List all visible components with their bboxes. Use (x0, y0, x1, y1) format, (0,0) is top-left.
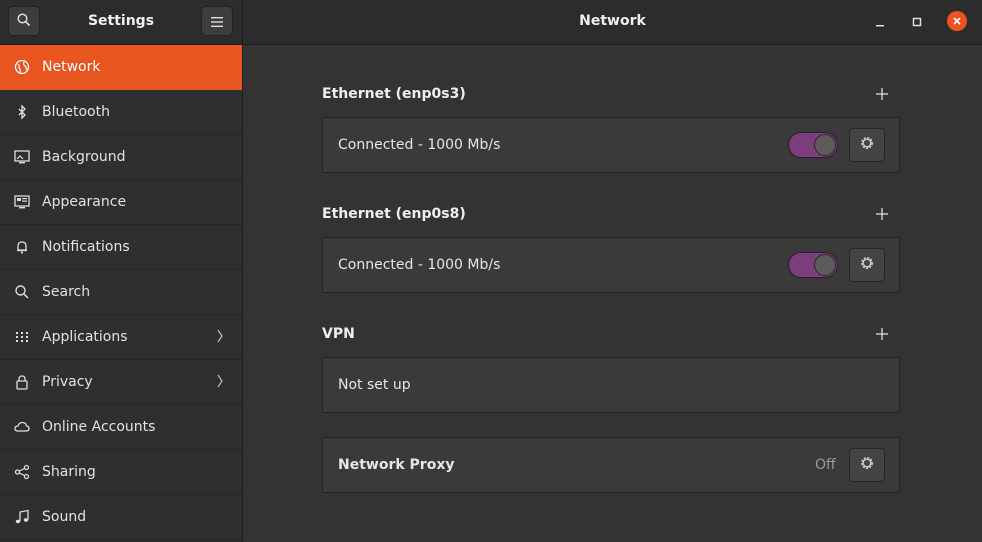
sidebar-item-label: Notifications (42, 239, 130, 255)
sidebar-item-applications[interactable]: Applications (0, 315, 242, 360)
ethernet-enp0s8-title: Ethernet (enp0s8) (322, 206, 466, 222)
plus-icon (876, 325, 888, 344)
ethernet-enp0s8-card: Connected - 1000 Mb/s (322, 237, 900, 293)
minimize-icon (875, 12, 885, 31)
toggle-knob (814, 254, 836, 276)
sidebar-item-search[interactable]: Search (0, 270, 242, 315)
ethernet-enp0s3-title: Ethernet (enp0s3) (322, 86, 466, 102)
plus-icon (876, 85, 888, 104)
sidebar-item-label: Background (42, 149, 126, 165)
sidebar-item-label: Online Accounts (42, 419, 156, 435)
maximize-icon (912, 12, 922, 31)
chevron-right-icon (216, 329, 224, 347)
music-note-icon (14, 509, 30, 525)
sidebar-item-label: Sound (42, 509, 87, 525)
ethernet-enp0s8-settings-button[interactable] (849, 248, 885, 282)
sidebar-item-network[interactable]: Network (0, 45, 242, 90)
gear-icon (859, 135, 875, 155)
network-panel: Ethernet (enp0s3) Connected - 1000 Mb/s … (243, 45, 982, 542)
sidebar-item-sound[interactable]: Sound (0, 495, 242, 540)
lock-icon (14, 374, 30, 390)
gear-icon (859, 455, 875, 475)
plus-icon (876, 205, 888, 224)
proxy-state: Off (815, 457, 836, 473)
network-proxy-label: Network Proxy (338, 457, 455, 473)
vpn-status: Not set up (338, 377, 411, 393)
connection-status: Connected - 1000 Mb/s (338, 257, 501, 273)
gear-icon (859, 255, 875, 275)
menu-button[interactable] (201, 6, 233, 36)
sidebar-item-label: Sharing (42, 464, 96, 480)
connection-status: Connected - 1000 Mb/s (338, 137, 501, 153)
add-ethernet-enp0s3-button[interactable] (873, 85, 891, 103)
network-proxy-settings-button[interactable] (849, 448, 885, 482)
sidebar-item-notifications[interactable]: Notifications (0, 225, 242, 270)
sidebar-item-online-accounts[interactable]: Online Accounts (0, 405, 242, 450)
sidebar-item-label: Privacy (42, 374, 93, 390)
search-button[interactable] (8, 6, 40, 36)
sidebar-item-label: Bluetooth (42, 104, 110, 120)
sidebar-item-bluetooth[interactable]: Bluetooth (0, 90, 242, 135)
add-ethernet-enp0s8-button[interactable] (873, 205, 891, 223)
sidebar-item-privacy[interactable]: Privacy (0, 360, 242, 405)
sidebar-item-background[interactable]: Background (0, 135, 242, 180)
network-proxy-row[interactable]: Network Proxy Off (322, 437, 900, 493)
vpn-card: Not set up (322, 357, 900, 413)
vpn-title: VPN (322, 326, 355, 342)
cloud-icon (14, 419, 30, 435)
sidebar-item-label: Network (42, 59, 101, 75)
sidebar-item-label: Search (42, 284, 91, 300)
grid-icon (14, 329, 30, 345)
share-icon (14, 464, 30, 480)
network-icon (14, 59, 30, 75)
sidebar-item-appearance[interactable]: Appearance (0, 180, 242, 225)
app-title: Settings (87, 13, 155, 29)
ethernet-enp0s3-card: Connected - 1000 Mb/s (322, 117, 900, 173)
maximize-button[interactable] (906, 10, 928, 32)
add-vpn-button[interactable] (873, 325, 891, 343)
close-icon (947, 11, 967, 31)
background-icon (14, 149, 30, 165)
sidebar: Network Bluetooth Background Appearance … (0, 45, 242, 542)
hamburger-icon (211, 12, 223, 31)
sidebar-item-sharing[interactable]: Sharing (0, 450, 242, 495)
ethernet-enp0s3-toggle[interactable] (788, 132, 838, 158)
sidebar-item-label: Appearance (42, 194, 127, 210)
chevron-right-icon (216, 374, 224, 392)
sidebar-item-label: Applications (42, 329, 128, 345)
ethernet-enp0s8-toggle[interactable] (788, 252, 838, 278)
minimize-button[interactable] (869, 10, 891, 32)
search-icon (17, 12, 31, 31)
toggle-knob (814, 134, 836, 156)
header-bar: Network (243, 0, 982, 45)
appearance-icon (14, 194, 30, 210)
sidebar-header: Settings (0, 0, 242, 45)
ethernet-enp0s3-settings-button[interactable] (849, 128, 885, 162)
search-icon (14, 284, 30, 300)
bell-icon (14, 239, 30, 255)
bluetooth-icon (14, 104, 30, 120)
close-button[interactable] (946, 10, 968, 32)
